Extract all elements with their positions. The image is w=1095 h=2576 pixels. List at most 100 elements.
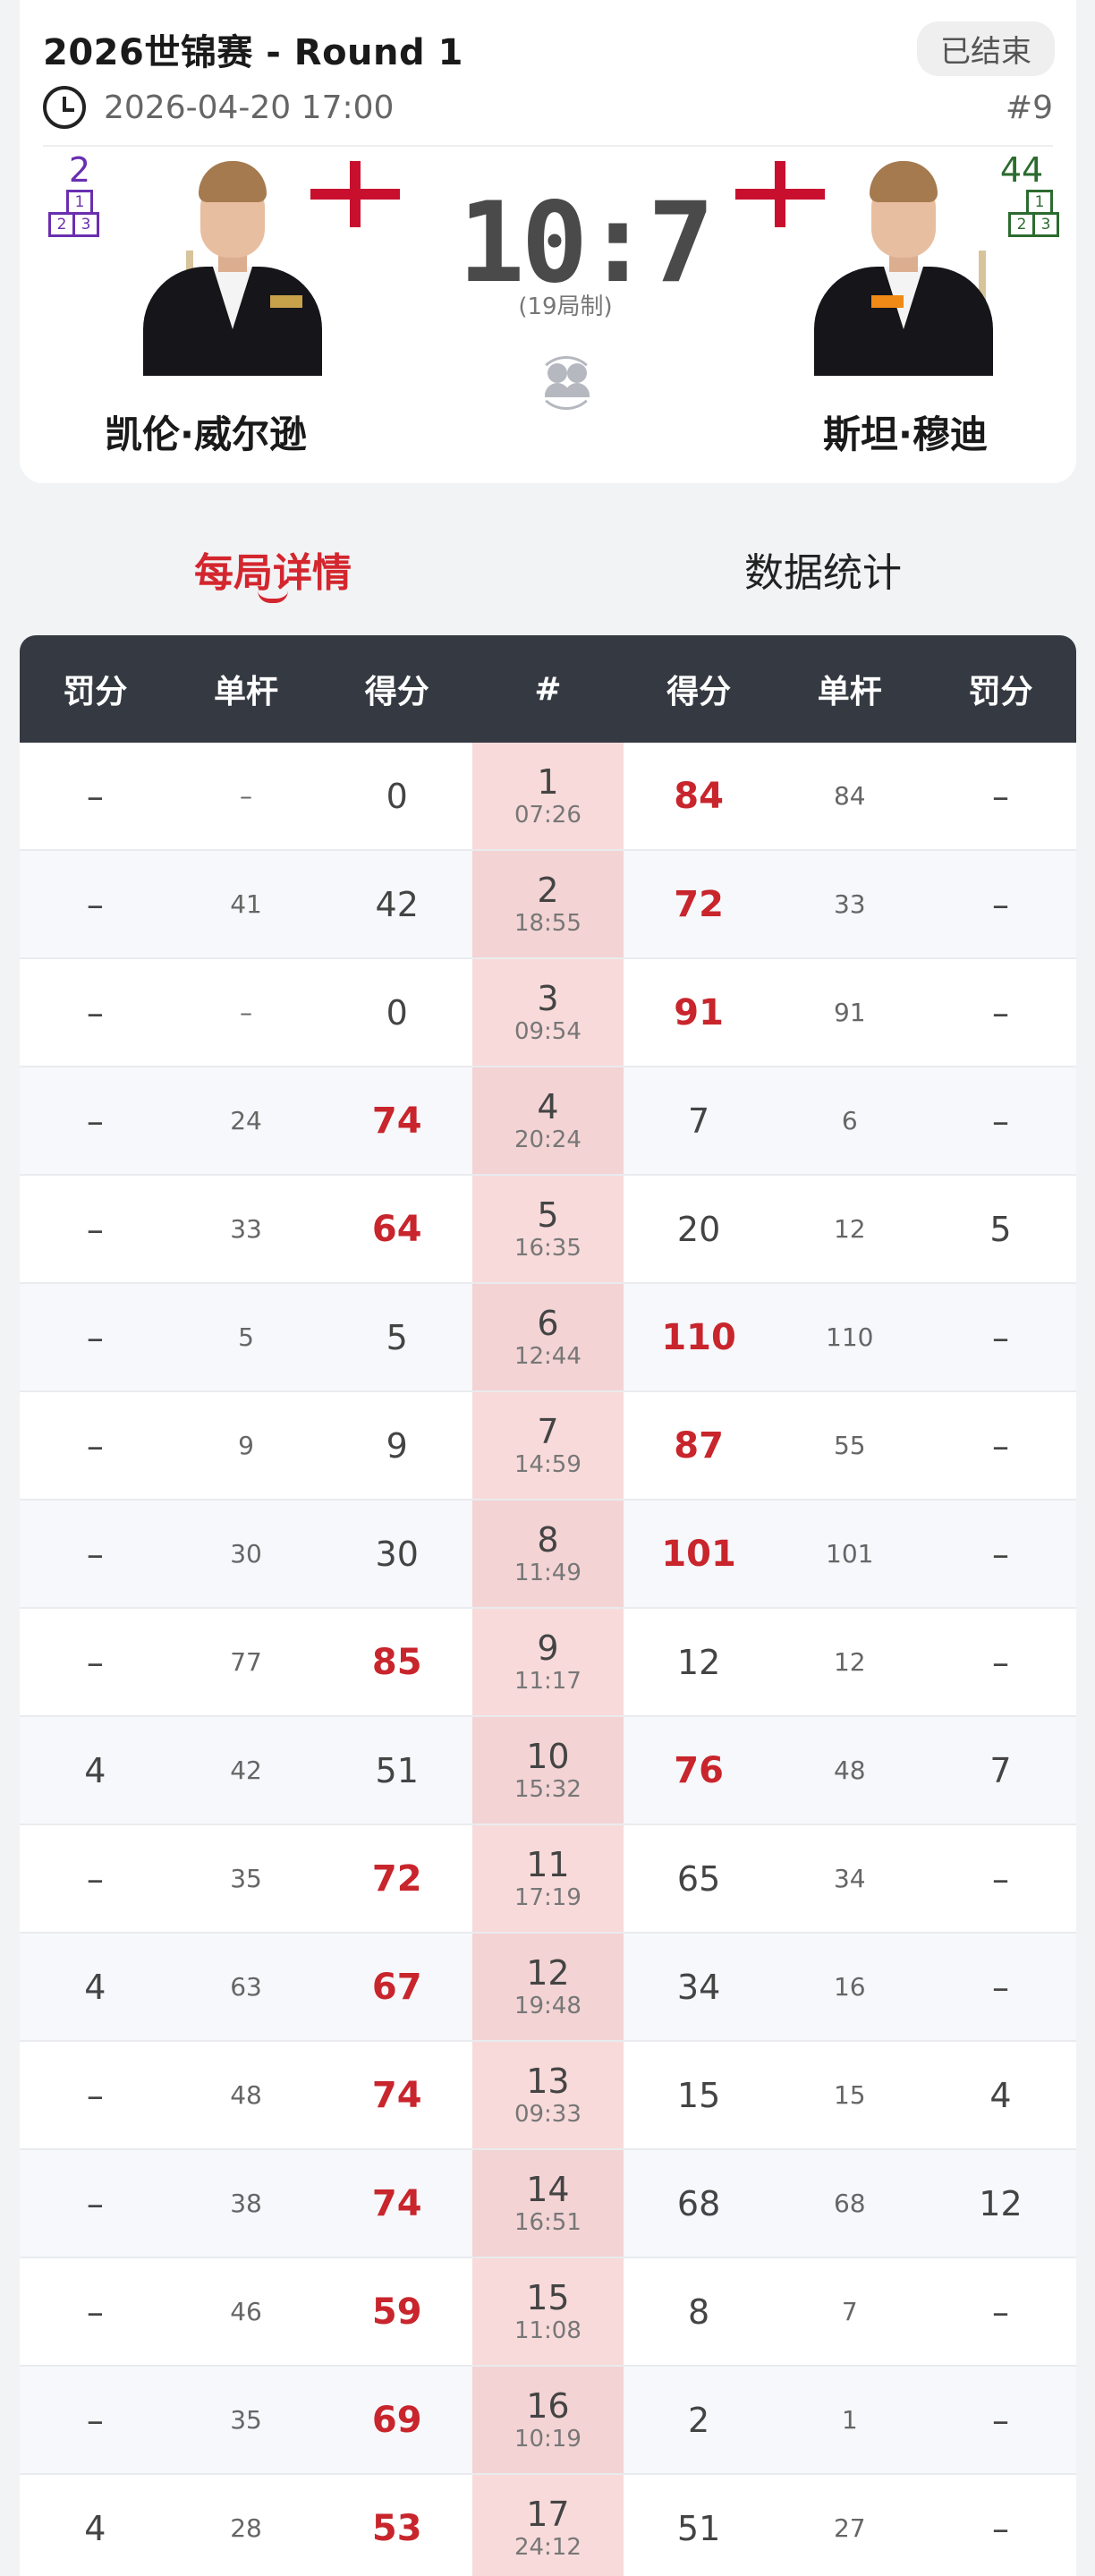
right-score-cell: 15 (676, 2075, 721, 2115)
match-number: #9 (1005, 89, 1053, 126)
frame-cell: 2 18:55 (472, 851, 624, 957)
clock-icon (43, 86, 86, 129)
table-row[interactable]: 4 42 51 10 15:32 76 48 7 (20, 1717, 1076, 1825)
right-penalty-cell: – (991, 2508, 1009, 2548)
right-player-name[interactable]: 斯坦·穆迪 (762, 404, 1048, 459)
table-row[interactable]: – – 0 3 09:54 91 91 – (20, 959, 1076, 1067)
frame-cell: 1 07:26 (472, 743, 624, 849)
right-player-avatar[interactable] (807, 161, 995, 376)
column-header: 罚分 (63, 674, 128, 710)
frame-cell: 12 19:48 (472, 1934, 624, 2040)
left-score-cell: 30 (375, 1534, 419, 1574)
left-break-cell: 30 (230, 1539, 262, 1569)
table-row[interactable]: – 5 5 6 12:44 110 110 – (20, 1284, 1076, 1392)
left-penalty-cell: – (86, 1534, 104, 1574)
left-score-cell: 74 (371, 1100, 422, 1142)
left-break-cell: 46 (230, 2297, 262, 2326)
left-penalty-cell: – (86, 2291, 104, 2332)
frame-duration: 10:19 (514, 2425, 581, 2453)
right-score-cell: 8 (688, 2291, 710, 2332)
left-penalty-cell: – (86, 1642, 104, 1682)
table-row[interactable]: – 35 69 16 10:19 2 1 – (20, 2367, 1076, 2475)
right-penalty-cell: – (991, 2400, 1009, 2440)
frame-duration: 11:08 (514, 2317, 581, 2344)
table-row[interactable]: – 77 85 9 11:17 12 12 – (20, 1609, 1076, 1717)
right-penalty-cell: – (991, 2291, 1009, 2332)
right-penalty-cell: 5 (989, 1209, 1012, 1249)
frame-number: 14 (526, 2169, 570, 2209)
tab-frame-details[interactable]: 每局详情 (94, 540, 452, 598)
status-badge: 已结束 (917, 21, 1055, 76)
left-penalty-cell: – (86, 884, 104, 924)
frame-duration: 20:24 (514, 1126, 581, 1153)
frame-duration: 11:49 (514, 1559, 581, 1586)
ranking-podium-icon: 1 2 3 (48, 190, 111, 240)
right-score-cell: 110 (661, 1316, 736, 1358)
frame-duration: 24:12 (514, 2533, 581, 2561)
match-header-card: 2026世锦赛 - Round 1 已结束 2026-04-20 17:00 #… (20, 0, 1076, 483)
frame-cell: 8 11:49 (472, 1501, 624, 1607)
frame-number: 11 (526, 1844, 570, 1884)
frame-cell: 14 16:51 (472, 2150, 624, 2257)
frame-number: 12 (526, 1952, 570, 1993)
table-row[interactable]: 4 63 67 12 19:48 34 16 – (20, 1934, 1076, 2042)
right-score-cell: 91 (674, 991, 724, 1033)
left-score-cell: 53 (371, 2507, 422, 2549)
right-penalty-cell: – (991, 1642, 1009, 1682)
frame-cell: 3 09:54 (472, 959, 624, 1066)
frame-number: 6 (537, 1303, 559, 1343)
left-break-cell: 35 (230, 2405, 262, 2435)
frame-number: 5 (537, 1194, 559, 1235)
table-row[interactable]: –33 64 5 16:35 20 12 5 (20, 1176, 1076, 1284)
right-break-cell: 55 (833, 1431, 866, 1460)
right-break-cell: 33 (833, 889, 866, 919)
left-player-name[interactable]: 凯伦·威尔逊 (63, 404, 349, 459)
table-row[interactable]: – 38 74 14 16:51 68 68 12 (20, 2150, 1076, 2258)
right-score-cell: 84 (674, 775, 724, 817)
frame-number: 10 (526, 1736, 570, 1776)
frame-duration: 14:59 (514, 1450, 581, 1478)
table-row[interactable]: – – 0 1 07:26 84 84 – (20, 743, 1076, 851)
frame-duration: 16:35 (514, 1234, 581, 1262)
table-row[interactable]: 4 28 53 17 24:12 51 27 – (20, 2475, 1076, 2576)
column-header: # (534, 670, 562, 708)
table-row[interactable]: – 48 74 13 09:33 15 15 4 (20, 2042, 1076, 2150)
left-score-cell: 64 (371, 1208, 422, 1250)
right-penalty-cell: – (991, 1317, 1009, 1357)
left-player-avatar[interactable] (136, 161, 324, 376)
left-break-cell: 5 (238, 1322, 254, 1352)
left-score-cell: 0 (386, 992, 408, 1033)
left-score-cell: 67 (371, 1966, 422, 2008)
column-header: 单杆 (817, 674, 882, 710)
frame-number: 4 (537, 1086, 559, 1126)
left-break-cell: – (240, 998, 253, 1027)
right-penalty-cell: – (991, 1858, 1009, 1899)
right-break-cell: 15 (833, 2080, 866, 2110)
right-score-cell: 51 (676, 2508, 721, 2548)
frame-number: 3 (537, 978, 559, 1018)
table-row[interactable]: – 41 42 2 18:55 72 33 – (20, 851, 1076, 959)
right-penalty-cell: – (991, 1967, 1009, 2007)
table-row[interactable]: – 46 59 15 11:08 8 7 – (20, 2258, 1076, 2367)
left-score-cell: 59 (371, 2291, 422, 2333)
england-flag-icon (310, 161, 400, 227)
right-score-cell: 34 (676, 1967, 721, 2007)
left-player-rank: 2 (68, 150, 91, 190)
tab-statistics[interactable]: 数据统计 (644, 540, 1002, 598)
left-break-cell: 41 (230, 889, 262, 919)
column-header: 罚分 (968, 674, 1033, 710)
table-row[interactable]: – 24 74 4 20:24 7 6 – (20, 1067, 1076, 1176)
table-row[interactable]: – 30 30 8 11:49 101 101 – (20, 1501, 1076, 1609)
table-row[interactable]: – 35 72 11 17:19 65 34 – (20, 1825, 1076, 1934)
frame-number: 15 (526, 2277, 570, 2317)
table-row[interactable]: – 9 9 7 14:59 87 55 – (20, 1392, 1076, 1501)
left-score-cell: 9 (386, 1425, 408, 1466)
left-penalty-cell: 4 (84, 1750, 106, 1790)
right-break-cell: 110 (826, 1322, 874, 1352)
left-score-cell: 74 (371, 2074, 422, 2116)
frame-cell: 9 11:17 (472, 1609, 624, 1715)
right-penalty-cell: – (991, 884, 1009, 924)
page-title: 2026世锦赛 - Round 1 (43, 32, 463, 73)
swap-players-icon[interactable] (535, 356, 598, 412)
right-break-cell: 48 (833, 1756, 866, 1785)
